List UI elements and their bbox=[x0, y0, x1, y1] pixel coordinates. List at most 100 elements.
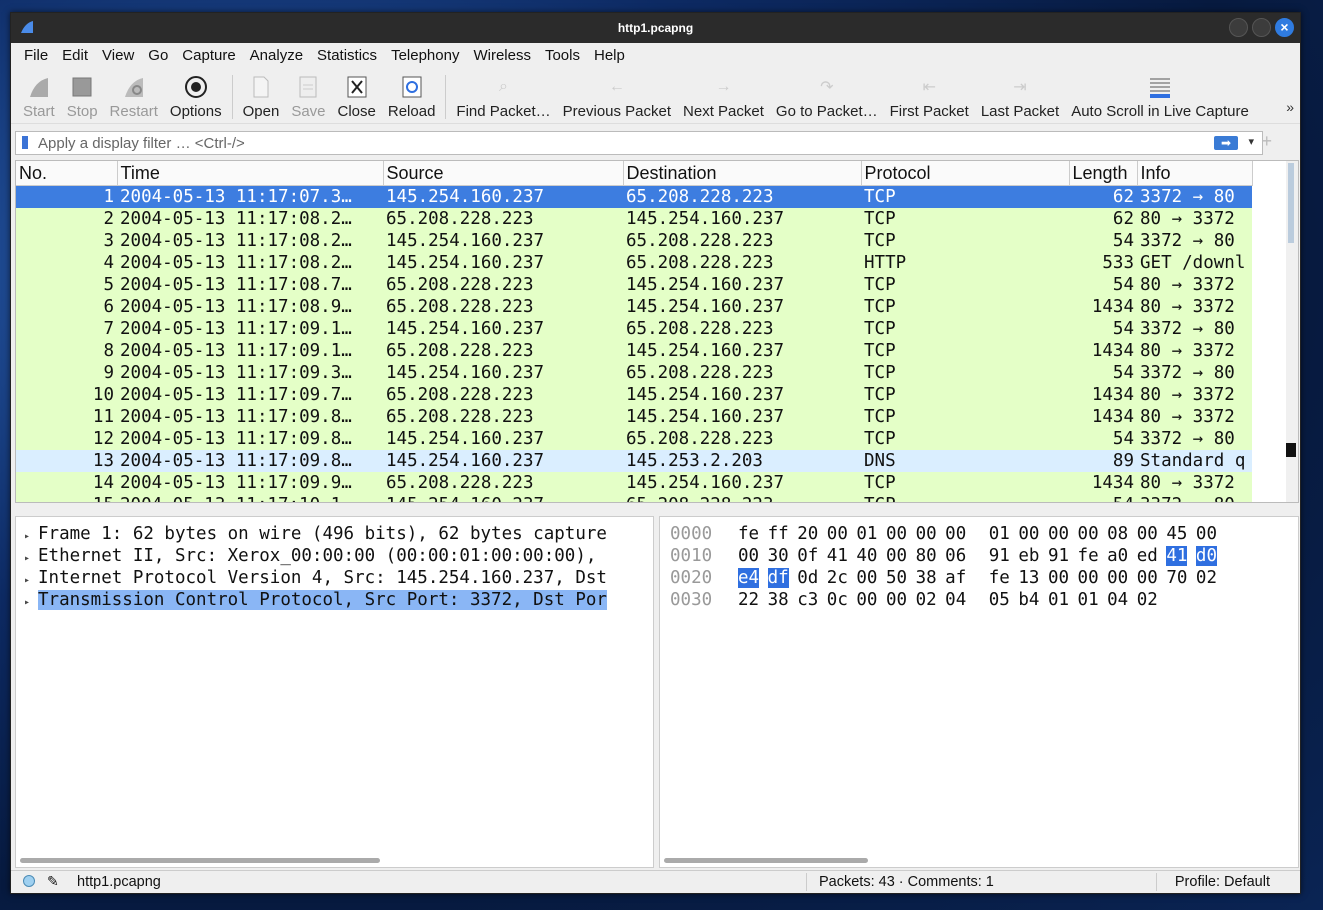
hex-byte[interactable]: eb bbox=[1018, 545, 1048, 567]
detail-row-tcp[interactable]: ▸ Transmission Control Protocol, Src Port… bbox=[16, 589, 653, 611]
column-source[interactable]: Source bbox=[383, 161, 624, 186]
packet-row[interactable]: 9 2004-05-13 11:17:09.3… 145.254.160.237 65… bbox=[16, 362, 1252, 384]
column-no[interactable]: No. bbox=[16, 161, 118, 186]
hex-byte[interactable]: 08 bbox=[1107, 523, 1137, 545]
scrollbar-thumb[interactable] bbox=[1288, 163, 1294, 243]
packet-row[interactable]: 6 2004-05-13 11:17:08.9… 65.208.228.223 145… bbox=[16, 296, 1252, 318]
open-file-button[interactable]: Open bbox=[237, 71, 286, 123]
hex-byte-highlighted[interactable]: df bbox=[767, 568, 789, 588]
hex-byte-highlighted[interactable]: e4 bbox=[738, 568, 760, 588]
hex-byte[interactable]: 00 bbox=[1018, 523, 1048, 545]
packet-row[interactable]: 14 2004-05-13 11:17:09.9… 65.208.228.223 14… bbox=[16, 472, 1252, 494]
hex-byte[interactable]: 02 bbox=[1137, 589, 1167, 611]
hex-byte[interactable]: 00 bbox=[886, 589, 916, 611]
column-protocol[interactable]: Protocol bbox=[861, 161, 1070, 186]
hex-byte[interactable]: 38 bbox=[768, 589, 798, 611]
packet-row[interactable]: 11 2004-05-13 11:17:09.8… 65.208.228.223 14… bbox=[16, 406, 1252, 428]
hex-byte[interactable]: 00 bbox=[1137, 567, 1167, 589]
packet-row[interactable]: 2 2004-05-13 11:17:08.2… 65.208.228.223 145… bbox=[16, 208, 1252, 230]
column-length[interactable]: Length bbox=[1069, 161, 1138, 186]
add-filter-button[interactable]: + bbox=[1261, 131, 1272, 152]
menu-file[interactable]: File bbox=[17, 47, 55, 64]
toolbar-overflow-button[interactable]: » bbox=[1286, 99, 1294, 115]
hex-byte-highlighted[interactable]: 41 bbox=[1166, 546, 1188, 566]
menu-wireless[interactable]: Wireless bbox=[466, 47, 538, 64]
packet-row[interactable]: 13 2004-05-13 11:17:09.8… 145.254.160.237 1… bbox=[16, 450, 1252, 472]
restart-capture-button[interactable]: Restart bbox=[104, 71, 164, 123]
menu-analyze[interactable]: Analyze bbox=[243, 47, 310, 64]
menu-go[interactable]: Go bbox=[141, 47, 175, 64]
hex-byte[interactable]: 00 bbox=[738, 545, 768, 567]
packet-list-scrollbar[interactable] bbox=[1286, 161, 1298, 502]
packet-row[interactable]: 7 2004-05-13 11:17:09.1… 145.254.160.237 65… bbox=[16, 318, 1252, 340]
hex-byte[interactable]: 0d bbox=[797, 567, 827, 589]
hex-byte[interactable]: 50 bbox=[886, 567, 916, 589]
filter-dropdown-icon[interactable]: ▾ bbox=[1248, 135, 1254, 148]
detail-row-ipv4[interactable]: ▸ Internet Protocol Version 4, Src: 145.2… bbox=[16, 567, 653, 589]
hex-byte[interactable]: 22 bbox=[738, 589, 768, 611]
hex-byte[interactable]: 41 bbox=[827, 545, 857, 567]
column-destination[interactable]: Destination bbox=[623, 161, 862, 186]
hex-byte[interactable]: 38 bbox=[916, 567, 946, 589]
hex-byte[interactable]: fe bbox=[738, 523, 768, 545]
hex-byte[interactable]: fe bbox=[1078, 545, 1108, 567]
hex-byte[interactable]: 00 bbox=[1107, 567, 1137, 589]
expert-info-icon[interactable] bbox=[23, 875, 35, 887]
menu-telephony[interactable]: Telephony bbox=[384, 47, 466, 64]
hex-byte[interactable]: 13 bbox=[1018, 567, 1048, 589]
hex-byte[interactable]: 00 bbox=[916, 523, 946, 545]
hex-byte[interactable]: af bbox=[945, 567, 975, 589]
hex-byte[interactable]: 00 bbox=[886, 523, 916, 545]
hex-byte[interactable]: 00 bbox=[1078, 523, 1108, 545]
menu-view[interactable]: View bbox=[95, 47, 141, 64]
hex-byte[interactable]: 00 bbox=[1048, 567, 1078, 589]
hex-byte[interactable]: 00 bbox=[827, 523, 857, 545]
first-packet-button[interactable]: ⇤ First Packet bbox=[884, 71, 975, 123]
hex-byte[interactable]: 00 bbox=[886, 545, 916, 567]
packet-row[interactable]: 8 2004-05-13 11:17:09.1… 65.208.228.223 145… bbox=[16, 340, 1252, 362]
detail-row-frame[interactable]: ▸ Frame 1: 62 bytes on wire (496 bits), 6… bbox=[16, 523, 653, 545]
packet-row[interactable]: 3 2004-05-13 11:17:08.2… 145.254.160.237 65… bbox=[16, 230, 1252, 252]
next-packet-button[interactable]: → Next Packet bbox=[677, 71, 770, 123]
packet-row[interactable]: 4 2004-05-13 11:17:08.2… 145.254.160.237 65… bbox=[16, 252, 1252, 274]
details-hscrollbar[interactable] bbox=[20, 858, 380, 863]
previous-packet-button[interactable]: ← Previous Packet bbox=[557, 71, 677, 123]
hex-byte[interactable]: 02 bbox=[1196, 567, 1226, 589]
minimize-button[interactable] bbox=[1229, 18, 1248, 37]
start-capture-button[interactable]: Start bbox=[17, 71, 61, 123]
bookmark-icon[interactable] bbox=[22, 136, 28, 149]
stop-capture-button[interactable]: Stop bbox=[61, 71, 104, 123]
hex-byte[interactable]: 01 bbox=[1048, 589, 1078, 611]
reload-file-button[interactable]: Reload bbox=[382, 71, 442, 123]
hex-byte-highlighted[interactable]: d0 bbox=[1195, 546, 1217, 566]
hex-byte[interactable]: 01 bbox=[989, 523, 1019, 545]
hex-byte[interactable]: 01 bbox=[1078, 589, 1108, 611]
hex-byte[interactable]: 2c bbox=[827, 567, 857, 589]
maximize-button[interactable] bbox=[1252, 18, 1271, 37]
edit-comment-icon[interactable]: ✎ bbox=[47, 873, 59, 890]
hex-byte[interactable]: 70 bbox=[1166, 567, 1196, 589]
menu-help[interactable]: Help bbox=[587, 47, 632, 64]
hex-byte[interactable]: 40 bbox=[856, 545, 886, 567]
close-window-button[interactable]: × bbox=[1275, 18, 1294, 37]
hex-byte[interactable]: 00 bbox=[1048, 523, 1078, 545]
close-file-button[interactable]: Close bbox=[332, 71, 382, 123]
hex-byte[interactable]: 00 bbox=[856, 567, 886, 589]
column-info[interactable]: Info bbox=[1137, 161, 1253, 186]
bytes-hscrollbar[interactable] bbox=[664, 858, 868, 863]
last-packet-button[interactable]: ⇥ Last Packet bbox=[975, 71, 1065, 123]
hex-byte[interactable]: 00 bbox=[945, 523, 975, 545]
packet-row[interactable]: 152004-05-13 11:17:10.1…145.254.160.2376… bbox=[16, 494, 1252, 502]
hex-byte[interactable]: 91 bbox=[989, 545, 1019, 567]
hex-byte[interactable]: 06 bbox=[945, 545, 975, 567]
expand-arrow-icon[interactable]: ▸ bbox=[24, 592, 38, 614]
packet-row[interactable]: 5 2004-05-13 11:17:08.7… 65.208.228.223 145… bbox=[16, 274, 1252, 296]
hex-byte[interactable]: b4 bbox=[1018, 589, 1048, 611]
detail-row-ethernet[interactable]: ▸ Ethernet II, Src: Xerox_00:00:00 (00:00… bbox=[16, 545, 653, 567]
capture-options-button[interactable]: Options bbox=[164, 71, 228, 123]
hex-byte[interactable]: 00 bbox=[1078, 567, 1108, 589]
hex-byte[interactable]: ed bbox=[1137, 545, 1167, 567]
menu-statistics[interactable]: Statistics bbox=[310, 47, 384, 64]
display-filter-input[interactable] bbox=[36, 134, 1190, 153]
packet-row[interactable]: 1 2004-05-13 11:17:07.3… 145.254.160.237 65… bbox=[16, 185, 1252, 208]
